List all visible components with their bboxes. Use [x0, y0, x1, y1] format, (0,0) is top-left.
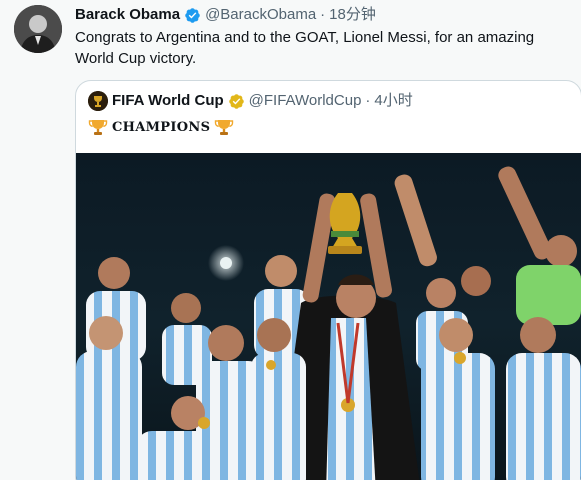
- quoted-text: CHAMPIONS: [88, 117, 234, 137]
- tweet-timestamp[interactable]: 18分钟: [329, 5, 376, 25]
- quoted-tweet-header: FIFA World Cup @FIFAWorldCup · 4小时: [88, 91, 413, 111]
- champions-label: CHAMPIONS: [112, 119, 211, 135]
- author-name[interactable]: Barack Obama: [75, 5, 180, 25]
- quoted-author-handle[interactable]: @FIFAWorldCup: [249, 91, 362, 111]
- tweet[interactable]: Barack Obama @BarackObama · 18分钟 Congrat…: [0, 0, 581, 480]
- author-handle[interactable]: @BarackObama: [205, 5, 316, 25]
- trophy-icon: [214, 117, 234, 137]
- quoted-avatar[interactable]: [88, 91, 108, 111]
- quoted-author-name[interactable]: FIFA World Cup: [112, 91, 224, 111]
- team-celebration-photo[interactable]: [76, 153, 581, 480]
- quoted-tweet[interactable]: FIFA World Cup @FIFAWorldCup · 4小时 CHAMP…: [75, 80, 581, 480]
- avatar-image: [14, 5, 62, 53]
- separator-dot: ·: [320, 6, 326, 23]
- tweet-text: Congrats to Argentina and to the GOAT, L…: [75, 29, 535, 67]
- quoted-timestamp[interactable]: 4小时: [374, 91, 412, 111]
- quoted-separator-dot: ·: [365, 92, 371, 109]
- verified-badge-icon: [184, 7, 201, 24]
- avatar[interactable]: [14, 5, 62, 53]
- gold-verified-badge-icon: [228, 93, 245, 110]
- tweet-header: Barack Obama @BarackObama · 18分钟: [75, 5, 376, 25]
- trophy-icon: [88, 117, 108, 137]
